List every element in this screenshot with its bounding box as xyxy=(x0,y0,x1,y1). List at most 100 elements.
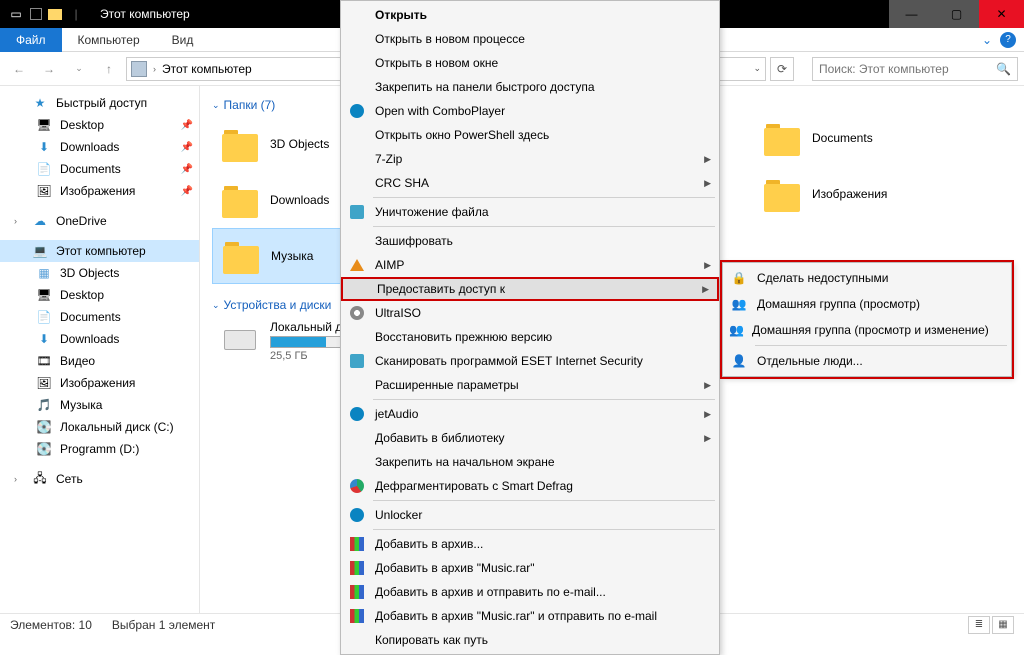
sidebar-item[interactable]: Изображения📌 xyxy=(0,180,199,202)
menu-item-label: 7-Zip xyxy=(375,152,402,166)
context-menu-item[interactable]: Закрепить на начальном экране xyxy=(341,450,719,474)
sidebar-item[interactable]: Desktop📌 xyxy=(0,114,199,136)
sidebar-item[interactable]: Desktop xyxy=(0,284,199,306)
submenu-item[interactable]: Отдельные люди... xyxy=(723,348,1011,374)
context-menu-item[interactable]: Дефрагментировать с Smart Defrag xyxy=(341,474,719,498)
item-icon xyxy=(36,419,52,435)
context-menu-item[interactable]: 7-Zip▶ xyxy=(341,147,719,171)
sidebar-item[interactable]: Видео xyxy=(0,350,199,372)
sidebar-item-label: Изображения xyxy=(60,376,135,390)
sidebar-this-pc[interactable]: Этот компьютер xyxy=(0,240,199,262)
close-button[interactable]: ✕ xyxy=(979,0,1024,28)
context-menu-item[interactable]: Открыть в новом окне xyxy=(341,51,719,75)
folder-tile[interactable]: Изображения xyxy=(754,166,1004,222)
menu-item-label: Добавить в архив... xyxy=(375,537,483,551)
tab-computer[interactable]: Компьютер xyxy=(62,28,156,52)
context-menu-item[interactable]: AIMP▶ xyxy=(341,253,719,277)
sidebar-item[interactable]: Изображения xyxy=(0,372,199,394)
sidebar-item[interactable]: Музыка xyxy=(0,394,199,416)
submenu-arrow-icon: ▶ xyxy=(704,178,711,189)
item-icon xyxy=(36,397,52,413)
search-icon xyxy=(996,62,1011,76)
sidebar-item[interactable]: Programm (D:) xyxy=(0,438,199,460)
context-menu-item[interactable]: Добавить в библиотеку▶ xyxy=(341,426,719,450)
folder-label: Documents xyxy=(812,131,873,145)
minimize-button[interactable]: — xyxy=(889,0,934,28)
recent-dropdown[interactable]: ⌄ xyxy=(66,56,92,82)
sidebar-item-label: Documents xyxy=(60,310,121,324)
folder-tile[interactable]: Documents xyxy=(754,110,1004,166)
sidebar-item[interactable]: Downloads xyxy=(0,328,199,350)
submenu-item[interactable]: Домашняя группа (просмотр) xyxy=(723,291,1011,317)
context-menu-item[interactable]: Добавить в архив "Music.rar" xyxy=(341,556,719,580)
sidebar-item-label: Downloads xyxy=(60,332,119,346)
sidebar-item[interactable]: Downloads📌 xyxy=(0,136,199,158)
context-menu-item[interactable]: Закрепить на панели быстрого доступа xyxy=(341,75,719,99)
context-menu-item[interactable]: Уничтожение файла xyxy=(341,200,719,224)
sidebar-label: Быстрый доступ xyxy=(56,96,147,110)
view-details-button[interactable]: ≣ xyxy=(968,616,990,634)
folder-tile[interactable]: Музыка xyxy=(212,228,352,284)
menu-item-label: Зашифровать xyxy=(375,234,453,248)
sidebar-item[interactable]: Documents📌 xyxy=(0,158,199,180)
submenu-item[interactable]: Сделать недоступными xyxy=(723,265,1011,291)
maximize-button[interactable]: ▢ xyxy=(934,0,979,28)
back-button[interactable]: ← xyxy=(6,56,32,82)
sidebar-item-label: Видео xyxy=(60,354,95,368)
sidebar-quick-access[interactable]: Быстрый доступ xyxy=(0,92,199,114)
sidebar-item-label: Локальный диск (C:) xyxy=(60,420,174,434)
folder-icon xyxy=(220,180,260,220)
ribbon-collapse-icon[interactable]: ⌄ xyxy=(982,33,992,47)
group-label: Папки (7) xyxy=(224,98,276,112)
sidebar-item[interactable]: Documents xyxy=(0,306,199,328)
context-menu-item[interactable]: Восстановить прежнюю версию xyxy=(341,325,719,349)
context-menu-item[interactable]: Unlocker xyxy=(341,503,719,527)
menu-item-label: UltraISO xyxy=(375,306,421,320)
context-menu-item[interactable]: Добавить в архив и отправить по e-mail..… xyxy=(341,580,719,604)
context-menu-item[interactable]: Открыть в новом процессе xyxy=(341,27,719,51)
submenu-item[interactable]: Домашняя группа (просмотр и изменение) xyxy=(723,317,1011,343)
file-tab[interactable]: Файл xyxy=(0,28,62,52)
context-menu-item[interactable]: Добавить в архив "Music.rar" и отправить… xyxy=(341,604,719,628)
caret-icon[interactable]: › xyxy=(14,216,24,226)
context-menu-item[interactable]: Зашифровать xyxy=(341,229,719,253)
menu-item-icon xyxy=(347,104,367,118)
context-menu-item[interactable]: Расширенные параметры▶ xyxy=(341,373,719,397)
sidebar-item[interactable]: Локальный диск (C:) xyxy=(0,416,199,438)
sidebar-onedrive[interactable]: › OneDrive xyxy=(0,210,199,232)
context-menu-item[interactable]: Сканировать программой ESET Internet Sec… xyxy=(341,349,719,373)
star-icon xyxy=(32,95,48,111)
pin-icon: 📌 xyxy=(181,186,193,197)
folder-tile[interactable]: 3D Objects xyxy=(212,116,352,172)
forward-button[interactable]: → xyxy=(36,56,62,82)
tab-view[interactable]: Вид xyxy=(156,28,210,52)
status-count: Элементов: 10 xyxy=(10,618,92,632)
sidebar-network[interactable]: › Сеть xyxy=(0,468,199,490)
caret-icon[interactable]: › xyxy=(14,474,24,484)
folder-tile[interactable]: Downloads xyxy=(212,172,352,228)
search-input[interactable] xyxy=(819,62,990,76)
system-menu-icon[interactable]: ▭ xyxy=(8,6,24,22)
menu-item-icon xyxy=(729,354,749,368)
help-icon[interactable]: ? xyxy=(1000,32,1016,48)
up-button[interactable]: ↑ xyxy=(96,56,122,82)
search-box[interactable] xyxy=(812,57,1018,81)
menu-item-label: Открыть xyxy=(375,8,427,22)
context-menu-item[interactable]: Открыть xyxy=(341,3,719,27)
sidebar-item[interactable]: 3D Objects xyxy=(0,262,199,284)
context-menu-item[interactable]: Предоставить доступ к▶ xyxy=(341,277,719,301)
refresh-button[interactable] xyxy=(770,57,794,81)
item-icon xyxy=(36,353,52,369)
folder-icon xyxy=(221,236,261,276)
context-menu-item[interactable]: CRC SHA▶ xyxy=(341,171,719,195)
context-menu-item[interactable]: Open with ComboPlayer xyxy=(341,99,719,123)
context-menu-item[interactable]: jetAudio▶ xyxy=(341,402,719,426)
view-icons-button[interactable]: ▦ xyxy=(992,616,1014,634)
sidebar-label: Сеть xyxy=(56,472,83,486)
context-menu-item[interactable]: Открыть окно PowerShell здесь xyxy=(341,123,719,147)
context-menu-item[interactable]: Добавить в архив... xyxy=(341,532,719,556)
context-menu-item[interactable]: UltraISO xyxy=(341,301,719,325)
address-dropdown-icon[interactable]: ⌄ xyxy=(753,63,761,74)
menu-item-label: Сделать недоступными xyxy=(757,271,888,285)
context-menu-item[interactable]: Копировать как путь xyxy=(341,628,719,652)
